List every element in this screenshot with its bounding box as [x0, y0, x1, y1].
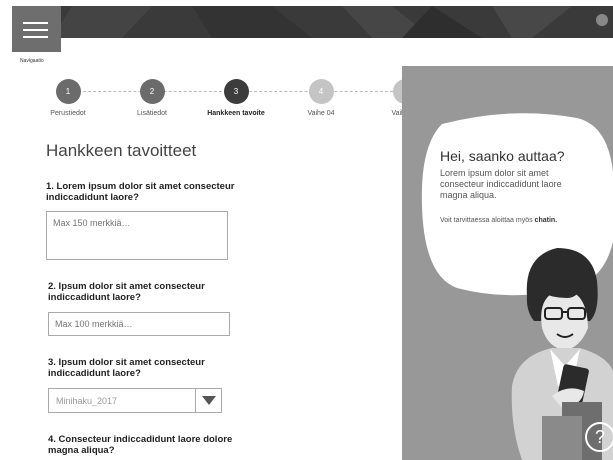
help-chat-prefix: Voit tarvittaessa aloittaa myös: [440, 217, 535, 224]
header-pattern: [52, 6, 608, 38]
question-1-label: 1. Lorem ipsum dolor sit amet consecteur…: [46, 181, 235, 203]
step-label: Perustiedot: [50, 110, 86, 117]
step-circle: 2: [139, 79, 165, 104]
hamburger-icon-line: [23, 36, 48, 38]
step-circle: 4: [308, 79, 334, 104]
question-2-input[interactable]: [48, 312, 230, 336]
step-4[interactable]: 4 Vaihe 04: [286, 79, 356, 117]
help-text: Lorem ipsum dolor sit amet consecteur in…: [440, 168, 562, 200]
menu-button[interactable]: [12, 6, 61, 52]
hamburger-icon-line: [23, 29, 48, 31]
page-title: Hankkeen tavoitteet: [46, 141, 197, 160]
step-circle: 1: [55, 79, 81, 104]
step-label: Vaihe 04: [307, 110, 335, 117]
nav-label: Navigaatio: [20, 58, 44, 64]
question-2-label: 2. Ipsum dolor sit amet consecteur indic…: [48, 281, 205, 303]
step-label: Lisätiedot: [137, 110, 167, 117]
step-label: Hankkeen tavoite: [207, 110, 265, 117]
help-title: Hei, saanko auttaa?: [440, 148, 565, 164]
app-root: Navigaatio 1 Perustiedot 2 Lisätiedot 3 …: [0, 0, 613, 460]
question-3-label: 3. Ipsum dolor sit amet consecteur indic…: [48, 357, 205, 379]
step-3[interactable]: 3 Hankkeen tavoite: [201, 79, 271, 117]
dropdown-button[interactable]: [195, 389, 221, 412]
step-2[interactable]: 2 Lisätiedot: [117, 79, 187, 117]
chevron-down-icon: [202, 396, 216, 405]
help-chat-text: Voit tarvittaessa aloittaa myös chatin.: [440, 216, 565, 225]
step-circle: 3: [223, 79, 249, 104]
question-icon[interactable]: ?: [585, 422, 613, 452]
hamburger-icon: [23, 22, 48, 24]
question-3-select[interactable]: Minihaku_2017: [48, 388, 222, 413]
question-1-input[interactable]: [46, 211, 228, 260]
select-value: Minihaku_2017: [56, 396, 118, 406]
header-banner: [12, 6, 613, 38]
question-4-label: 4. Consecteur indiccadidunt laore dolore…: [48, 434, 233, 456]
step-1[interactable]: 1 Perustiedot: [33, 79, 103, 117]
help-illustration: [421, 113, 613, 460]
chat-link[interactable]: chatin.: [535, 217, 558, 224]
help-overlay: Hei, saanko auttaa? Lorem ipsum dolor si…: [402, 66, 613, 460]
